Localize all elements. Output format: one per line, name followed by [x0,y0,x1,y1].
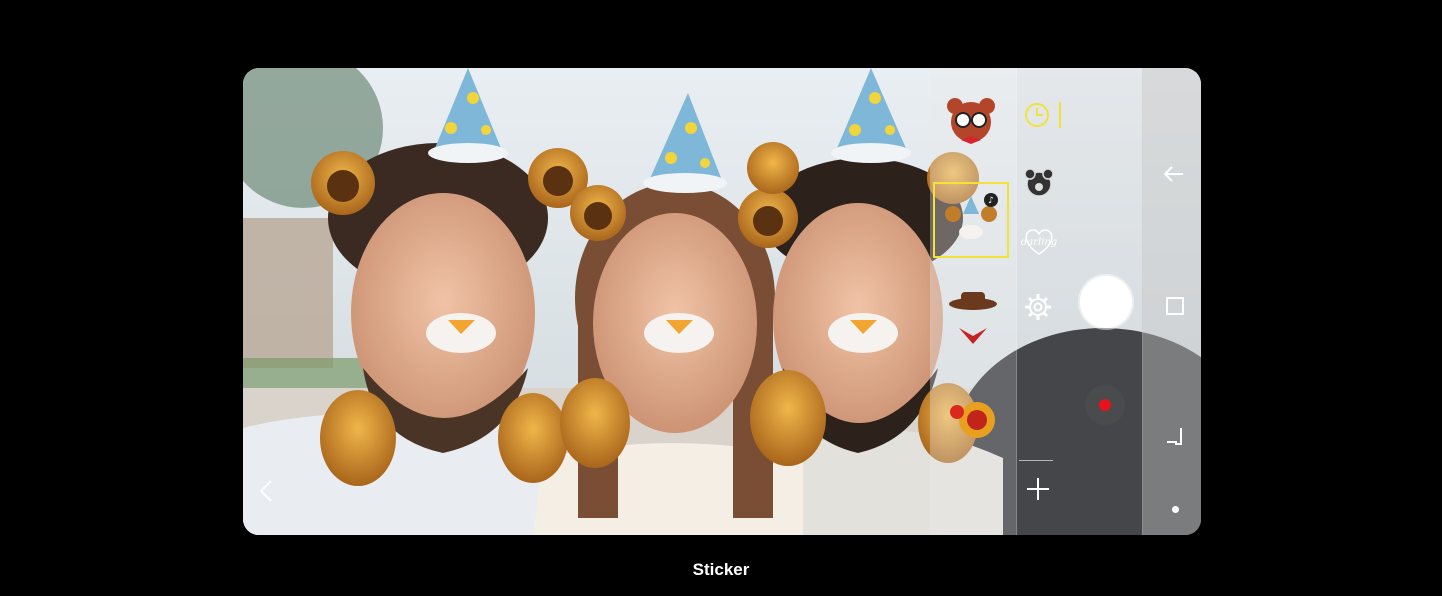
timer-icon[interactable] [1023,100,1063,130]
settings-icon[interactable] [1024,293,1052,321]
home-dot-icon[interactable] [1172,506,1179,513]
add-icon[interactable] [1025,476,1051,502]
svg-text:♪: ♪ [988,196,994,206]
camera-viewfinder: ♪ darling [243,68,1201,535]
tiger-party-sticker[interactable]: ♪ [943,192,999,248]
fireworks-sticker[interactable] [947,390,999,446]
bear-icon[interactable] [1023,168,1055,198]
svg-text:darling: darling [1021,237,1057,248]
bear-mask-sticker[interactable] [943,96,999,152]
chevron-left-icon[interactable] [257,478,275,504]
return-icon[interactable] [1165,426,1185,446]
cowboy-sticker[interactable] [947,290,999,346]
divider [1019,460,1053,461]
caption-label: Sticker [692,560,750,579]
recents-icon[interactable] [1165,296,1185,316]
shutter-button[interactable] [1080,276,1132,328]
record-button[interactable] [1085,385,1125,425]
darling-heart-icon[interactable]: darling [1019,228,1059,256]
back-icon[interactable] [1163,164,1185,184]
